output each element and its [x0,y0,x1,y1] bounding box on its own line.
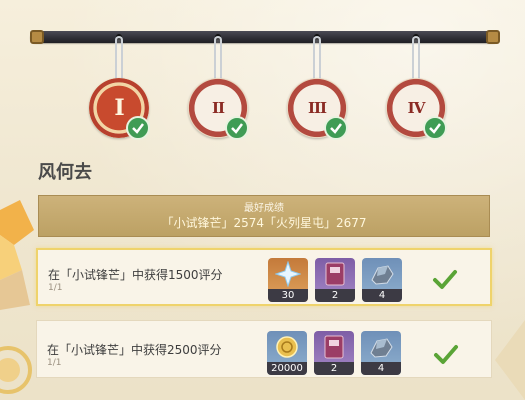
mora-icon [267,331,307,363]
reward-item[interactable]: 20000 [267,331,307,375]
reward-item[interactable]: 2 [315,258,355,302]
check-icon [324,116,348,140]
check-icon [126,116,150,140]
medal-hanger [313,36,321,84]
reward-amount: 4 [361,362,401,375]
medal-label: IV [407,99,426,117]
rod-cap-left [30,30,44,44]
page-title: 风何去 [38,162,92,183]
reward-amount: 2 [315,289,355,302]
reward-amount: 20000 [267,362,307,375]
swirl-decoration-icon [0,346,32,394]
task-row[interactable]: 在「小试锋芒」中获得2500评分 1/1 20000 2 4 [36,320,492,378]
crystal-decoration-icon [0,200,34,310]
task-progress: 1/1 [48,283,63,293]
reward-item[interactable]: 4 [362,258,402,302]
medal-hanger [412,36,420,84]
rod-cap-right [486,30,500,44]
task-row[interactable]: 在「小试锋芒」中获得1500评分 1/1 30 2 4 [36,248,492,306]
reward-amount: 2 [314,362,354,375]
check-icon [423,116,447,140]
reward-amount: 30 [268,289,308,302]
reward-item[interactable]: 4 [361,331,401,375]
best-score-label: 最好成绩 [244,202,284,214]
task-description: 在「小试锋芒」中获得2500评分 [47,343,222,357]
check-icon [225,116,249,140]
book-icon [314,331,354,363]
reward-item[interactable]: 30 [268,258,308,302]
task-description: 在「小试锋芒」中获得1500评分 [48,268,223,282]
task-progress: 1/1 [47,358,62,368]
best-score-value: 「小试锋芒」2574「火列星屯」2677 [161,215,367,230]
medal-label: I [114,95,124,121]
medal-label: II [211,99,225,117]
completed-check-icon [434,345,458,364]
tab-stage-3[interactable]: III [284,34,350,140]
reward-amount: 4 [362,289,402,302]
tab-stage-4[interactable]: IV [383,34,449,140]
enhancement-ore-icon [362,258,402,290]
reward-item[interactable]: 2 [314,331,354,375]
tab-stage-1[interactable]: I [86,34,152,140]
enhancement-ore-icon [361,331,401,363]
book-icon [315,258,355,290]
tab-stage-2[interactable]: II [185,34,251,140]
medal-label: III [307,99,327,117]
medal-hanger [115,36,123,84]
primogem-icon [268,258,308,290]
medal-hanger [214,36,222,84]
completed-check-icon [433,270,457,289]
best-score-banner: 最好成绩 「小试锋芒」2574「火列星屯」2677 [38,195,490,237]
